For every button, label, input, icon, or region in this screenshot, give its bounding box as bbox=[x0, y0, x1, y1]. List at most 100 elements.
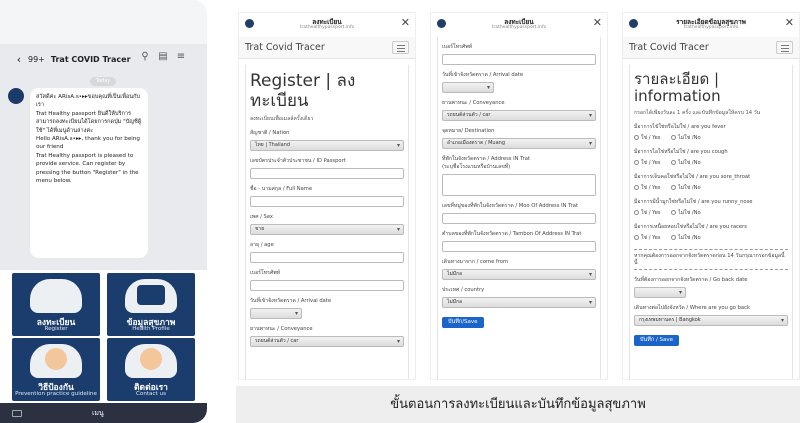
hamburger-icon[interactable] bbox=[392, 41, 409, 54]
hamburger-icon[interactable] bbox=[776, 41, 793, 54]
monitor-icon bbox=[137, 285, 165, 305]
tile-sublabel: Register bbox=[44, 326, 68, 332]
country-label: ประเทศ / country bbox=[442, 287, 485, 293]
yes-radio[interactable] bbox=[634, 185, 639, 190]
answer-group: ใช่ / Yes ไม่ใช่ /No bbox=[634, 209, 788, 217]
no-radio[interactable] bbox=[671, 185, 677, 190]
bottom-bar: เมนู bbox=[0, 403, 207, 423]
keyboard-icon[interactable] bbox=[12, 409, 22, 417]
sex-label: เพศ / Sex bbox=[250, 214, 273, 220]
phone-input[interactable] bbox=[442, 54, 596, 65]
close-icon[interactable]: ✕ bbox=[785, 16, 794, 29]
message-line: Trat Healthy passport is pleased to prov… bbox=[36, 152, 139, 185]
country-select[interactable]: ไม่มีกอ bbox=[442, 297, 596, 308]
search-icon[interactable]: ⚲ bbox=[138, 51, 152, 65]
prevention-tile[interactable]: วิธีป้องกัน Prevention practice guidelin… bbox=[12, 338, 100, 401]
go-back-date-select[interactable] bbox=[634, 287, 686, 298]
no-radio[interactable] bbox=[671, 235, 677, 240]
window-url: trathealthypassport.info bbox=[683, 25, 739, 30]
register-form-continued: เบอร์โทรศัพท์ วันที่เข้าจังหวัดตราด / Ar… bbox=[437, 37, 601, 379]
save-button[interactable]: บันทึก / Save bbox=[634, 335, 680, 346]
yes-radio[interactable] bbox=[634, 235, 639, 240]
no-radio[interactable] bbox=[671, 160, 677, 165]
full-name-input[interactable] bbox=[250, 196, 404, 207]
where-select[interactable]: กรุงเทพมหานคร | Bangkok bbox=[634, 315, 788, 326]
brand[interactable]: Trat Covid Tracer bbox=[629, 42, 709, 53]
brand[interactable]: Trat Covid Tracer bbox=[245, 42, 325, 53]
avatar[interactable] bbox=[8, 88, 24, 104]
moo-label: เลขที่หมู่ของที่พักในจังหวัดตราด / Moo O… bbox=[442, 203, 578, 209]
age-label: อายุ / age bbox=[250, 242, 274, 248]
close-icon[interactable]: ✕ bbox=[593, 16, 602, 29]
question-label: มีอาการไอใช่หรือไม่ใช่ / are you cough bbox=[634, 149, 728, 155]
address-input[interactable] bbox=[442, 174, 596, 196]
tambon-input[interactable] bbox=[442, 241, 596, 252]
contact-tile[interactable]: ติดต่อเรา Contact us bbox=[107, 338, 195, 401]
answer-group: ใช่ / Yes ไม่ใช่ /No bbox=[634, 134, 788, 142]
id-label: เลขบัตรประจำตัวประชาชน / ID Passport bbox=[250, 158, 346, 164]
answer-group: ใช่ / Yes ไม่ใช่ /No bbox=[634, 184, 788, 192]
message-line: Hello ARisA.s•▸▸, thank you for being ou… bbox=[36, 136, 140, 151]
where-label: เดินทางต่อไปยังจังหวัด / Where are you g… bbox=[634, 305, 750, 311]
conveyance-select[interactable]: รถยนต์ส่วนตัว / car bbox=[442, 110, 596, 121]
address-label: ที่พักในจังหวัดตราด / Address IN Trat bbox=[442, 156, 530, 162]
tambon-label: ตำบลของที่พักในจังหวัดตราด / Tambon Of A… bbox=[442, 231, 582, 237]
close-icon[interactable]: ✕ bbox=[401, 16, 410, 29]
come-from-select[interactable]: ไม่มีกอ bbox=[442, 269, 596, 280]
yes-label: ใช่ / Yes bbox=[641, 185, 661, 191]
no-label: ไม่ใช่ /No bbox=[678, 185, 701, 191]
conveyance-label: ยานพาหนะ / Conveyance bbox=[442, 100, 505, 106]
no-label: ไม่ใช่ /No bbox=[678, 235, 701, 241]
note-icon[interactable]: ▤ bbox=[156, 51, 170, 65]
no-radio[interactable] bbox=[671, 135, 677, 140]
moo-input[interactable] bbox=[442, 213, 596, 224]
yes-radio[interactable] bbox=[634, 160, 639, 165]
window-header: ลงทะเบียน trathealthypassport.info ✕ bbox=[431, 13, 607, 35]
nation-select[interactable]: ไทย | Thailand bbox=[250, 140, 404, 151]
leave-note: หากคุณต้องการออกจากจังหวัดตราดก่อน 14 วั… bbox=[634, 253, 785, 266]
divider bbox=[634, 269, 788, 270]
no-radio[interactable] bbox=[671, 210, 677, 215]
yes-label: ใช่ / Yes bbox=[641, 135, 661, 141]
destination-select[interactable]: อำเภอเมืองตราด / Muang bbox=[442, 138, 596, 149]
yes-label: ใช่ / Yes bbox=[641, 160, 661, 166]
page-subtitle: กรอกได้เพียงวันละ 1 ครั้ง และบันทึกข้อมู… bbox=[634, 110, 761, 116]
menu-toggle[interactable]: เมนู bbox=[92, 408, 104, 419]
question-label: มีอาการเจ็บคอใช่หรือไม่ใช่ / are you sor… bbox=[634, 174, 751, 180]
health-form: รายละเอียด | information กรอกได้เพียงวัน… bbox=[629, 65, 793, 379]
navbar: Trat Covid Tracer bbox=[239, 37, 415, 59]
message-bubble: สวัสดีค่ะ ARisA.s•▸▸ขอบคุณที่เป็นเพื่อนก… bbox=[30, 88, 148, 258]
doctor-icon bbox=[140, 348, 162, 370]
chat-header: ‹ 99+ Trat COVID Tracer ⚲ ▤ ≡ bbox=[0, 44, 207, 74]
window-header: ลงทะเบียน trathealthypassport.info ✕ bbox=[239, 13, 415, 35]
health-info-panel: รายละเอียดข้อมูลสุขภาพ trathealthypasspo… bbox=[622, 12, 800, 380]
arrival-date-select[interactable] bbox=[250, 308, 302, 319]
register-tile[interactable]: ลงทะเบียน Register bbox=[12, 273, 100, 336]
navbar: Trat Covid Tracer bbox=[623, 37, 799, 59]
age-input[interactable] bbox=[250, 252, 404, 263]
conveyance-select[interactable]: รถยนต์ส่วนตัว / car bbox=[250, 336, 404, 347]
sex-select[interactable]: ชาย bbox=[250, 224, 404, 235]
tile-sublabel: Health Profile bbox=[132, 326, 170, 332]
yes-radio[interactable] bbox=[634, 210, 639, 215]
message-line: Trat Healthy passport ยินดีให้บริการ สาม… bbox=[36, 110, 142, 134]
yes-radio[interactable] bbox=[634, 135, 639, 140]
unread-count: 99+ bbox=[28, 54, 45, 64]
answer-group: ใช่ / Yes ไม่ใช่ /No bbox=[634, 234, 788, 242]
arrival-date-select[interactable] bbox=[442, 82, 494, 93]
no-label: ไม่ใช่ /No bbox=[678, 135, 701, 141]
question-label: มีอาการมีน้ำมูกใช่หรือไม่ใช่ / are you r… bbox=[634, 199, 753, 205]
register-panel-scrolled: ลงทะเบียน trathealthypassport.info ✕ เบอ… bbox=[430, 12, 608, 380]
save-button[interactable]: บันทึก/Save bbox=[442, 317, 484, 328]
name-label: ชื่อ - นามสกุล / Full Name bbox=[250, 186, 313, 192]
back-arrow-icon[interactable]: ‹ bbox=[12, 53, 26, 66]
id-passport-input[interactable] bbox=[250, 168, 404, 179]
phone-input[interactable] bbox=[250, 280, 404, 291]
menu-icon[interactable]: ≡ bbox=[174, 51, 188, 65]
question-label: มีอาการไข้ใช่หรือไม่ใช่ / are you fever bbox=[634, 124, 726, 130]
window-url: trathealthypassport.info bbox=[299, 25, 355, 30]
nation-label: สัญชาติ / Nation bbox=[250, 130, 290, 136]
health-profile-tile[interactable]: ข้อมูลสุขภาพ Health Profile bbox=[107, 273, 195, 336]
page-subtitle: ลงทะเบียนเพื่อเมลล์ครั้งเดียว bbox=[250, 116, 314, 122]
page-title: Register | ลงทะเบียน bbox=[250, 71, 356, 111]
